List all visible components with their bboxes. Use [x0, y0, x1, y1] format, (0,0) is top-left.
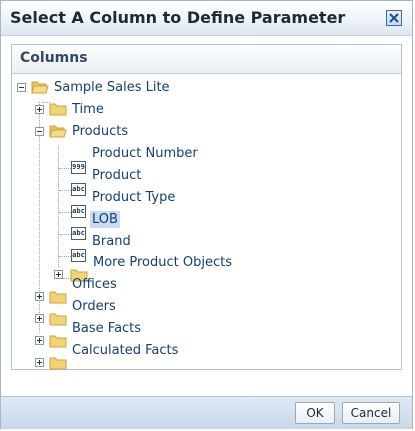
tree-item-calculated-facts[interactable]: Calculated Facts	[70, 342, 180, 359]
tree-connector	[59, 212, 71, 213]
select-column-dialog: Select A Column to Define Parameter Colu…	[0, 0, 413, 429]
open-folder-icon	[31, 81, 49, 94]
tree-connector	[59, 256, 71, 257]
expand-toggle-calculated-facts[interactable]	[35, 358, 44, 367]
tree-item-more-product-objects[interactable]: More Product Objects	[91, 254, 234, 271]
tree-item-brand[interactable]: Brand	[90, 233, 133, 250]
text-column-icon: abc	[71, 249, 86, 262]
tree-connector	[59, 190, 71, 191]
expand-toggle-offices[interactable]	[35, 292, 44, 301]
folder-icon	[49, 335, 67, 348]
tree-item-base-facts[interactable]: Base Facts	[70, 320, 143, 337]
dialog-footer: OK Cancel	[1, 396, 412, 429]
cancel-button[interactable]: Cancel	[342, 402, 400, 424]
expand-toggle-orders[interactable]	[35, 314, 44, 323]
tree-item-offices[interactable]: Offices	[70, 276, 119, 293]
dialog-titlebar: Select A Column to Define Parameter	[1, 1, 412, 36]
expand-toggle-time[interactable]	[35, 105, 44, 114]
tree-item-product[interactable]: Product	[90, 167, 143, 184]
collapse-toggle-root[interactable]	[17, 83, 26, 92]
tree-connector	[59, 168, 71, 169]
text-column-icon: abc	[71, 205, 86, 218]
tree-item-time[interactable]: Time	[70, 101, 106, 118]
text-column-icon: abc	[71, 227, 86, 240]
numeric-column-icon: 999	[71, 161, 86, 174]
folder-icon	[49, 313, 67, 326]
folder-icon	[49, 103, 67, 116]
close-icon[interactable]	[386, 10, 402, 26]
columns-panel-title: Columns	[20, 50, 88, 66]
tree-connector	[59, 234, 71, 235]
folder-icon	[49, 357, 67, 370]
expand-toggle-base-facts[interactable]	[35, 336, 44, 345]
tree-item-orders[interactable]: Orders	[70, 298, 118, 315]
tree-item-products[interactable]: Products	[70, 123, 130, 140]
collapse-toggle-products[interactable]	[35, 127, 44, 136]
columns-panel: Columns Sample Sales Lite Time Products …	[11, 44, 402, 370]
tree-item-lob-selected[interactable]: LOB	[90, 210, 120, 228]
text-column-icon: abc	[71, 183, 86, 196]
expand-toggle-more-product-objects[interactable]	[54, 270, 63, 279]
dialog-title: Select A Column to Define Parameter	[10, 8, 346, 27]
folder-icon	[49, 291, 67, 304]
columns-panel-header: Columns	[12, 45, 401, 74]
ok-button[interactable]: OK	[295, 402, 335, 424]
tree-item-sample-sales-lite[interactable]: Sample Sales Lite	[52, 79, 172, 96]
column-tree: Sample Sales Lite Time Products 999 Prod…	[12, 73, 401, 370]
tree-item-product-number[interactable]: Product Number	[90, 145, 200, 162]
open-folder-icon	[49, 125, 67, 138]
tree-item-product-type[interactable]: Product Type	[90, 189, 177, 206]
tree-connector	[58, 146, 59, 267]
